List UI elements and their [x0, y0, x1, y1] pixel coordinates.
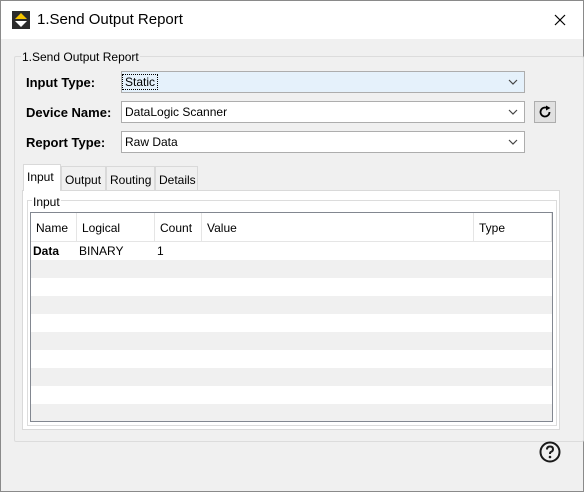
report-type-value: Raw Data	[125, 135, 178, 149]
column-header-label: Value	[207, 221, 237, 235]
column-header-type[interactable]: Type	[474, 213, 552, 241]
empty-row	[31, 332, 552, 350]
column-header-label: Logical	[82, 221, 121, 235]
tab-routing[interactable]: Routing	[106, 166, 155, 190]
tab-label: Details	[159, 173, 196, 187]
input-data-grid[interactable]: Name Logical Count Value Type Data BINAR…	[30, 212, 553, 422]
column-header-value[interactable]: Value	[202, 213, 474, 241]
tab-label: Input	[27, 170, 54, 184]
chevron-down-icon	[508, 139, 518, 145]
title-bar[interactable]: 1.Send Output Report	[1, 1, 583, 39]
cell-logical: BINARY	[79, 244, 124, 258]
input-type-select[interactable]: Static	[121, 71, 525, 93]
tab-input[interactable]: Input	[23, 164, 61, 191]
group-legend: 1.Send Output Report	[21, 50, 140, 64]
tab-label: Routing	[110, 173, 152, 187]
device-name-select[interactable]: DataLogic Scanner	[121, 101, 525, 123]
empty-row	[31, 404, 552, 421]
report-type-select[interactable]: Raw Data	[121, 131, 525, 153]
close-icon	[554, 14, 566, 26]
help-circle-icon[interactable]	[539, 441, 561, 463]
input-type-value: Static	[121, 74, 159, 90]
cell-count: 1	[157, 244, 164, 258]
column-header-label: Count	[160, 221, 193, 235]
empty-row	[31, 260, 552, 278]
input-type-label: Input Type:	[26, 75, 96, 90]
column-header-logical[interactable]: Logical	[77, 213, 155, 241]
column-header-name[interactable]: Name	[31, 213, 77, 241]
chevron-down-icon	[508, 79, 518, 85]
tab-output[interactable]: Output	[61, 166, 106, 190]
report-type-label: Report Type:	[26, 135, 106, 150]
empty-row	[31, 314, 552, 332]
close-button[interactable]	[537, 1, 583, 39]
refresh-button[interactable]	[534, 101, 556, 123]
column-header-label: Name	[36, 221, 69, 235]
refresh-icon	[539, 105, 551, 118]
device-name-value: DataLogic Scanner	[125, 105, 228, 119]
arrows-updown-icon	[12, 11, 30, 29]
tab-details[interactable]: Details	[155, 166, 198, 190]
grid-header: Name Logical Count Value Type	[31, 213, 552, 242]
chevron-down-icon	[508, 109, 518, 115]
empty-row	[31, 296, 552, 314]
device-name-label: Device Name:	[26, 105, 112, 120]
tab-label: Output	[65, 173, 102, 187]
empty-row	[31, 278, 552, 296]
input-group-legend: Input	[32, 195, 61, 209]
empty-row	[31, 368, 552, 386]
empty-row	[31, 350, 552, 368]
table-row[interactable]: Data BINARY 1	[31, 242, 552, 260]
column-header-label: Type	[479, 221, 506, 235]
column-header-count[interactable]: Count	[155, 213, 202, 241]
window-title: 1.Send Output Report	[37, 11, 183, 28]
empty-row	[31, 386, 552, 404]
cell-name: Data	[33, 244, 60, 258]
